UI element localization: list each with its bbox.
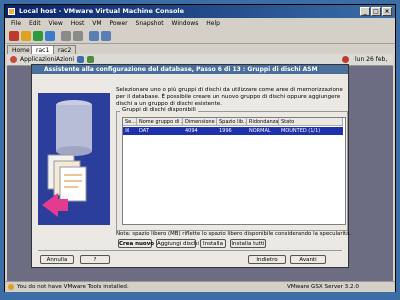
menu-file[interactable]: File — [11, 19, 21, 28]
warning-icon — [8, 284, 14, 290]
mount-button[interactable]: Installa — [200, 239, 226, 248]
browser-launcher-icon[interactable] — [77, 56, 84, 63]
menu-bar: File Edit View Host VM Power Snapshot Wi… — [5, 19, 395, 28]
window-title: Local host - VMware Virtual Machine Cons… — [19, 7, 185, 15]
close-button[interactable]: × — [382, 7, 392, 16]
quick-switch-icon[interactable] — [101, 31, 111, 41]
col-select[interactable]: Se... — [123, 118, 137, 126]
col-size[interactable]: Dimensione ... — [183, 118, 217, 126]
row-select-checkbox[interactable]: ☒ — [123, 127, 137, 135]
row-group-name: DAT — [139, 128, 149, 134]
menu-view[interactable]: View — [49, 19, 63, 28]
reset-icon[interactable] — [45, 31, 55, 41]
col-state[interactable]: Stato — [279, 118, 343, 126]
disk-groups-label: Gruppi di dischi disponibili — [120, 107, 198, 113]
menu-vm[interactable]: VM — [92, 19, 101, 28]
power-on-icon[interactable] — [33, 31, 43, 41]
database-documents-icon — [38, 93, 110, 225]
menu-edit[interactable]: Edit — [29, 19, 41, 28]
cancel-button[interactable]: Annulla — [40, 255, 74, 264]
vmware-app-icon — [8, 8, 15, 15]
dialog-title: Assistente alla configurazione del datab… — [32, 65, 348, 74]
intro-text: Selezionare uno o più gruppi di dischi d… — [116, 87, 343, 107]
create-new-button[interactable]: Crea nuovo — [118, 239, 154, 248]
toolbar — [5, 29, 395, 44]
maximize-button[interactable]: □ — [371, 7, 381, 16]
vmware-tools-message[interactable]: You do not have VMware Tools installed. — [17, 282, 129, 292]
menu-power[interactable]: Power — [109, 19, 127, 28]
dbca-wizard-dialog: Assistente alla configurazione del datab… — [31, 64, 352, 268]
dialog-title-text: Assistente alla configurazione del datab… — [44, 66, 318, 73]
suspend-icon[interactable] — [21, 31, 31, 41]
mail-launcher-icon[interactable] — [87, 56, 94, 63]
gnome-foot-icon[interactable] — [10, 56, 17, 63]
col-redundancy[interactable]: Ridondanza — [247, 118, 279, 126]
full-screen-icon[interactable] — [89, 31, 99, 41]
back-button[interactable]: Indietro — [248, 255, 286, 264]
footer-separator — [38, 250, 342, 251]
next-button[interactable]: Avanti — [290, 255, 326, 264]
revert-icon[interactable] — [73, 31, 83, 41]
row-free-space: 1996 — [219, 128, 232, 134]
row-redundancy: NORMAL — [249, 128, 271, 134]
add-disks-button[interactable]: Aggiungi dischi — [156, 239, 199, 248]
snapshot-icon[interactable] — [61, 31, 71, 41]
col-free-space[interactable]: Spazio lib... — [217, 118, 247, 126]
free-space-note: Nota: spazio libero (MB) riflette lo spa… — [116, 231, 352, 237]
menu-host[interactable]: Host — [71, 19, 85, 28]
power-off-icon[interactable] — [9, 31, 19, 41]
menu-snapshot[interactable]: Snapshot — [136, 19, 164, 28]
col-group-name[interactable]: Nome gruppo di ... — [137, 118, 183, 126]
mount-all-button[interactable]: Installa tutti — [230, 239, 266, 248]
panel-clock[interactable]: lun 26 feb, — [355, 54, 387, 65]
row-state: MOUNTED (1/1) — [281, 128, 321, 134]
help-button[interactable]: ? — [80, 255, 110, 264]
alert-icon[interactable] — [342, 56, 349, 63]
disk-groups-table: Se... Nome gruppo di ... Dimensione ... … — [122, 117, 346, 225]
vmware-console-window: Local host - VMware Virtual Machine Cons… — [4, 4, 396, 292]
menu-windows[interactable]: Windows — [172, 19, 199, 28]
status-bar: You do not have VMware Tools installed. … — [5, 281, 395, 292]
menu-help[interactable]: Help — [206, 19, 220, 28]
wizard-illustration — [38, 93, 110, 225]
row-size: 4094 — [185, 128, 198, 134]
product-version: VMware GSX Server 3.2.0 — [287, 284, 359, 290]
minimize-button[interactable]: _ — [360, 7, 370, 16]
window-titlebar: Local host - VMware Virtual Machine Cons… — [5, 5, 395, 18]
